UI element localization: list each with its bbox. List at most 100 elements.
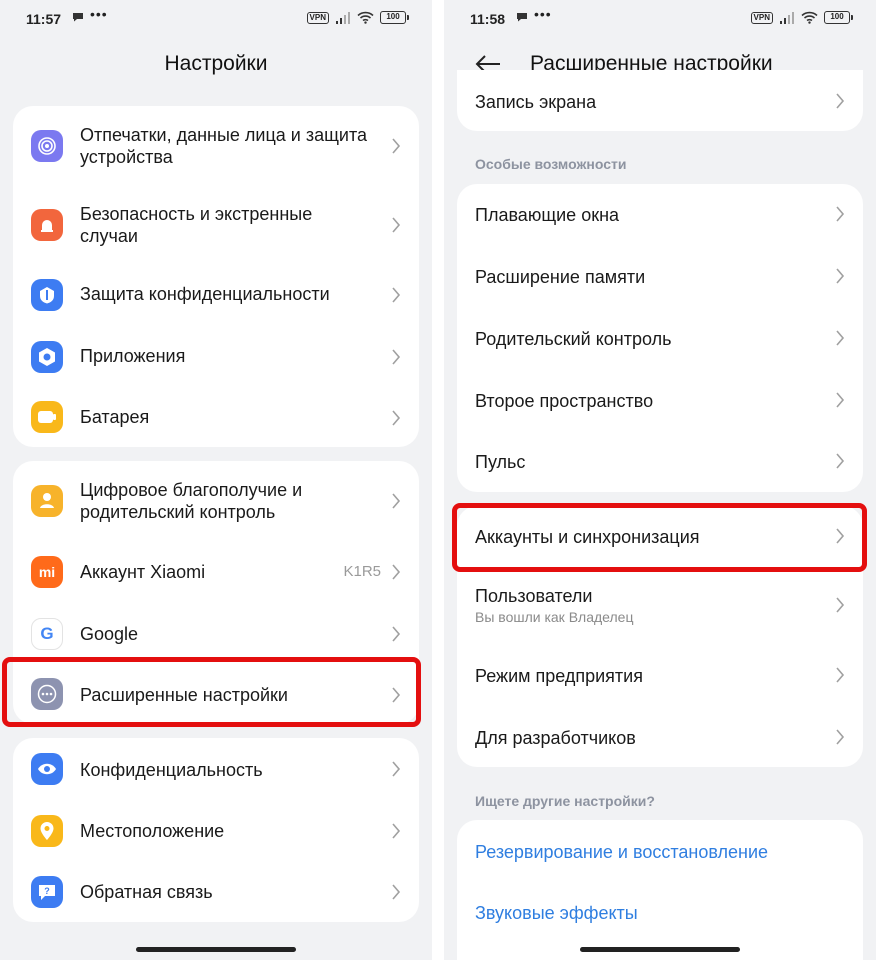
settings-item-label: Обратная связь	[80, 882, 213, 902]
section-header-special: Особые возможности	[475, 156, 627, 172]
settings-item-privacy-protection[interactable]: Защита конфиденциальности	[13, 264, 419, 326]
advanced-settings-screen: 11:58 ••• VPN 100 Расширенные настройки …	[444, 0, 876, 960]
chevron-right-icon	[836, 392, 845, 408]
emergency-icon	[31, 209, 63, 241]
settings-item-label: Защита конфиденциальности	[80, 284, 330, 304]
wifi-icon	[357, 11, 374, 24]
settings-item-label: Пульс	[475, 452, 526, 472]
settings-group-security: Отпечатки, данные лица и защита устройст…	[13, 106, 419, 447]
settings-item-fingerprints[interactable]: Отпечатки, данные лица и защита устройст…	[13, 106, 419, 186]
settings-item-users[interactable]: Пользователи Вы вошли как Владелец	[457, 568, 863, 644]
vpn-icon: VPN	[306, 11, 329, 24]
svg-text:?: ?	[44, 886, 50, 896]
section-header-other: Ищете другие настройки?	[475, 793, 655, 809]
more-notifications-icon: •••	[534, 6, 552, 22]
chat-notification-icon	[73, 13, 83, 22]
account-id-value: K1R5	[343, 563, 381, 580]
wifi-icon	[801, 11, 818, 24]
settings-item-label: Расширение памяти	[475, 267, 646, 287]
status-bar: 11:58 ••• VPN 100	[444, 0, 876, 38]
signal-icon	[780, 11, 794, 24]
chevron-right-icon	[392, 287, 401, 303]
settings-item-second-space[interactable]: Второе пространство	[457, 370, 863, 431]
xiaomi-icon: mi	[31, 556, 63, 588]
highlight-advanced-settings	[2, 657, 421, 727]
chat-notification-icon	[517, 13, 527, 22]
settings-item-label: Отпечатки, данные лица и защита устройст…	[80, 125, 368, 167]
settings-item-label: Безопасность и экстренные случаи	[80, 204, 313, 246]
home-indicator[interactable]	[580, 947, 740, 952]
settings-item-floating-windows[interactable]: Плавающие окна	[457, 184, 863, 246]
privacy-shield-icon	[31, 279, 63, 311]
settings-item-label: Аккаунт Xiaomi	[80, 562, 206, 582]
settings-item-privacy[interactable]: Конфиденциальность	[13, 738, 419, 800]
chevron-right-icon	[836, 729, 845, 745]
battery-icon	[31, 401, 63, 433]
signal-icon	[336, 11, 350, 24]
settings-item-digital-wellbeing[interactable]: Цифровое благополучие и родительский кон…	[13, 461, 419, 541]
chevron-right-icon	[836, 268, 845, 284]
settings-item-google[interactable]: G Google	[13, 603, 419, 665]
settings-item-feedback[interactable]: ? Обратная связь	[13, 862, 419, 922]
chevron-right-icon	[836, 597, 845, 613]
link-label: Резервирование и восстановление	[475, 842, 769, 862]
settings-item-safety[interactable]: Безопасность и экстренные случаи	[13, 186, 419, 264]
settings-item-label: Пользователи	[475, 586, 593, 606]
more-notifications-icon: •••	[90, 6, 108, 22]
chevron-right-icon	[392, 884, 401, 900]
apps-gear-icon	[31, 341, 63, 373]
chevron-right-icon	[836, 93, 845, 109]
settings-item-screen-recording[interactable]: Запись экрана	[457, 70, 863, 131]
settings-item-pulse[interactable]: Пульс	[457, 431, 863, 492]
chevron-right-icon	[392, 823, 401, 839]
settings-item-location[interactable]: Местоположение	[13, 800, 419, 862]
settings-item-text: Пользователи Вы вошли как Владелец	[475, 585, 813, 627]
settings-item-label: Для разработчиков	[475, 728, 636, 748]
settings-item-apps[interactable]: Приложения	[13, 326, 419, 388]
settings-item-label: Родительский контроль	[475, 329, 672, 349]
chevron-right-icon	[392, 493, 401, 509]
settings-item-enterprise-mode[interactable]: Режим предприятия	[457, 644, 863, 706]
settings-item-battery[interactable]: Батарея	[13, 388, 419, 447]
settings-item-label: Второе пространство	[475, 391, 654, 411]
settings-item-subtitle: Вы вошли как Владелец	[475, 609, 634, 625]
settings-item-label: Цифровое благополучие и родительский кон…	[80, 480, 303, 522]
settings-screen: 11:57 ••• VPN 100 Настройки Отпечатки, д…	[0, 0, 432, 960]
feedback-icon: ?	[31, 876, 63, 908]
chevron-right-icon	[836, 667, 845, 683]
fingerprint-icon	[31, 130, 63, 162]
chevron-right-icon	[392, 349, 401, 365]
settings-group-other-links: Резервирование и восстановление Звуковые…	[457, 820, 863, 960]
settings-group-top: Запись экрана	[457, 70, 863, 131]
status-time: 11:58	[470, 11, 506, 27]
vpn-icon: VPN	[750, 11, 773, 24]
settings-item-label: Запись экрана	[475, 92, 597, 112]
settings-item-xiaomi-account[interactable]: mi Аккаунт Xiaomi K1R5	[13, 541, 419, 603]
settings-item-parental-control[interactable]: Родительский контроль	[457, 308, 863, 370]
chevron-right-icon	[836, 206, 845, 222]
link-label: Звуковые эффекты	[475, 903, 638, 923]
settings-item-label: Батарея	[80, 407, 150, 427]
page-title: Настройки	[164, 52, 268, 75]
settings-item-label: Плавающие окна	[475, 205, 620, 225]
home-indicator[interactable]	[136, 947, 296, 952]
chevron-right-icon	[392, 138, 401, 154]
settings-item-developer-options[interactable]: Для разработчиков	[457, 706, 863, 767]
chevron-right-icon	[392, 410, 401, 426]
chevron-right-icon	[836, 453, 845, 469]
battery-status-icon: 100	[824, 11, 853, 24]
chevron-right-icon	[392, 217, 401, 233]
chevron-right-icon	[392, 564, 401, 580]
settings-item-label: Режим предприятия	[475, 666, 643, 686]
settings-item-label: Приложения	[80, 346, 186, 366]
chevron-right-icon	[836, 330, 845, 346]
chevron-right-icon	[392, 626, 401, 642]
status-time: 11:57	[26, 11, 62, 27]
link-sound-effects[interactable]: Звуковые эффекты	[457, 882, 863, 944]
settings-item-memory-extension[interactable]: Расширение памяти	[457, 246, 863, 308]
location-pin-icon	[31, 815, 63, 847]
battery-status-icon: 100	[380, 11, 409, 24]
chevron-right-icon	[392, 761, 401, 777]
link-backup-restore[interactable]: Резервирование и восстановление	[457, 820, 863, 882]
wellbeing-icon	[31, 485, 63, 517]
